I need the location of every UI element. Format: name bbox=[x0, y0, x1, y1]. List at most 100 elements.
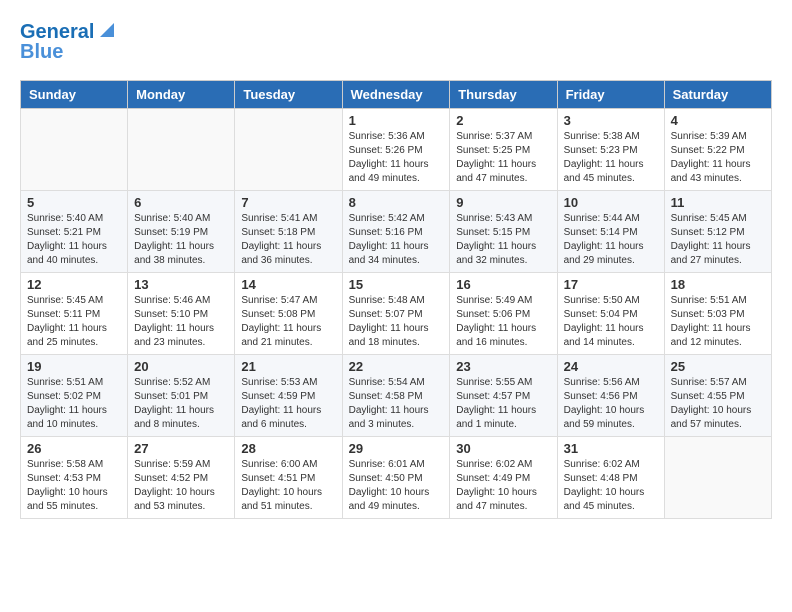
day-number: 28 bbox=[241, 441, 335, 456]
calendar-cell: 28 Sunrise: 6:00 AM Sunset: 4:51 PM Dayli… bbox=[235, 437, 342, 519]
day-number: 25 bbox=[671, 359, 765, 374]
calendar-cell: 10 Sunrise: 5:44 AM Sunset: 5:14 PM Dayli… bbox=[557, 191, 664, 273]
day-info: Sunrise: 5:51 AM Sunset: 5:02 PM Dayligh… bbox=[27, 376, 121, 432]
day-number: 4 bbox=[671, 113, 765, 128]
day-info: Sunrise: 5:47 AM Sunset: 5:08 PM Dayligh… bbox=[241, 294, 335, 350]
calendar-cell: 6 Sunrise: 5:40 AM Sunset: 5:19 PM Daylig… bbox=[128, 191, 235, 273]
day-number: 19 bbox=[27, 359, 121, 374]
calendar-cell: 4 Sunrise: 5:39 AM Sunset: 5:22 PM Daylig… bbox=[664, 109, 771, 191]
weekday-friday: Friday bbox=[557, 81, 664, 109]
calendar-cell bbox=[664, 437, 771, 519]
day-number: 1 bbox=[349, 113, 444, 128]
day-info: Sunrise: 5:44 AM Sunset: 5:14 PM Dayligh… bbox=[564, 212, 658, 268]
day-info: Sunrise: 5:52 AM Sunset: 5:01 PM Dayligh… bbox=[134, 376, 228, 432]
day-number: 10 bbox=[564, 195, 658, 210]
day-info: Sunrise: 5:54 AM Sunset: 4:58 PM Dayligh… bbox=[349, 376, 444, 432]
week-row-1: 1 Sunrise: 5:36 AM Sunset: 5:26 PM Daylig… bbox=[21, 109, 772, 191]
calendar-cell: 25Sunrise: 5:57 AM Sunset: 4:55 PM Dayli… bbox=[664, 355, 771, 437]
day-number: 26 bbox=[27, 441, 121, 456]
weekday-tuesday: Tuesday bbox=[235, 81, 342, 109]
calendar-cell: 20 Sunrise: 5:52 AM Sunset: 5:01 PM Dayli… bbox=[128, 355, 235, 437]
week-row-2: 5 Sunrise: 5:40 AM Sunset: 5:21 PM Daylig… bbox=[21, 191, 772, 273]
calendar-cell: 15 Sunrise: 5:48 AM Sunset: 5:07 PM Dayli… bbox=[342, 273, 450, 355]
calendar-cell bbox=[235, 109, 342, 191]
day-number: 27 bbox=[134, 441, 228, 456]
logo: General Blue bbox=[20, 20, 118, 64]
day-number: 29 bbox=[349, 441, 444, 456]
calendar-cell: 18 Sunrise: 5:51 AM Sunset: 5:03 PM Dayli… bbox=[664, 273, 771, 355]
week-row-5: 26 Sunrise: 5:58 AM Sunset: 4:53 PM Dayli… bbox=[21, 437, 772, 519]
calendar-cell: 21 Sunrise: 5:53 AM Sunset: 4:59 PM Dayli… bbox=[235, 355, 342, 437]
day-number: 7 bbox=[241, 195, 335, 210]
day-info: Sunrise: 5:56 AM Sunset: 4:56 PM Dayligh… bbox=[564, 376, 658, 432]
day-number: 9 bbox=[456, 195, 550, 210]
calendar-cell: 19 Sunrise: 5:51 AM Sunset: 5:02 PM Dayli… bbox=[21, 355, 128, 437]
day-info: Sunrise: 5:40 AM Sunset: 5:21 PM Dayligh… bbox=[27, 212, 121, 268]
day-number: 21 bbox=[241, 359, 335, 374]
day-number: 8 bbox=[349, 195, 444, 210]
day-number: 5 bbox=[27, 195, 121, 210]
calendar-cell: 17Sunrise: 5:50 AM Sunset: 5:04 PM Dayli… bbox=[557, 273, 664, 355]
logo-blue: Blue bbox=[20, 40, 63, 64]
day-number: 15 bbox=[349, 277, 444, 292]
calendar-cell: 27 Sunrise: 5:59 AM Sunset: 4:52 PM Dayli… bbox=[128, 437, 235, 519]
day-info: Sunrise: 5:39 AM Sunset: 5:22 PM Dayligh… bbox=[671, 130, 765, 186]
day-info: Sunrise: 5:38 AM Sunset: 5:23 PM Dayligh… bbox=[564, 130, 658, 186]
day-info: Sunrise: 6:02 AM Sunset: 4:49 PM Dayligh… bbox=[456, 458, 550, 514]
calendar-cell: 26 Sunrise: 5:58 AM Sunset: 4:53 PM Dayli… bbox=[21, 437, 128, 519]
day-info: Sunrise: 5:55 AM Sunset: 4:57 PM Dayligh… bbox=[456, 376, 550, 432]
logo-icon bbox=[96, 19, 118, 41]
day-number: 16 bbox=[456, 277, 550, 292]
day-info: Sunrise: 5:58 AM Sunset: 4:53 PM Dayligh… bbox=[27, 458, 121, 514]
day-number: 22 bbox=[349, 359, 444, 374]
calendar-cell: 16Sunrise: 5:49 AM Sunset: 5:06 PM Dayli… bbox=[450, 273, 557, 355]
calendar-cell: 31Sunrise: 6:02 AM Sunset: 4:48 PM Dayli… bbox=[557, 437, 664, 519]
day-info: Sunrise: 5:45 AM Sunset: 5:11 PM Dayligh… bbox=[27, 294, 121, 350]
day-info: Sunrise: 5:36 AM Sunset: 5:26 PM Dayligh… bbox=[349, 130, 444, 186]
day-info: Sunrise: 5:45 AM Sunset: 5:12 PM Dayligh… bbox=[671, 212, 765, 268]
calendar-cell: 29 Sunrise: 6:01 AM Sunset: 4:50 PM Dayli… bbox=[342, 437, 450, 519]
calendar-cell: 30 Sunrise: 6:02 AM Sunset: 4:49 PM Dayli… bbox=[450, 437, 557, 519]
day-info: Sunrise: 5:46 AM Sunset: 5:10 PM Dayligh… bbox=[134, 294, 228, 350]
day-number: 23 bbox=[456, 359, 550, 374]
calendar-cell: 14 Sunrise: 5:47 AM Sunset: 5:08 PM Dayli… bbox=[235, 273, 342, 355]
week-row-3: 12 Sunrise: 5:45 AM Sunset: 5:11 PM Dayli… bbox=[21, 273, 772, 355]
weekday-wednesday: Wednesday bbox=[342, 81, 450, 109]
day-number: 6 bbox=[134, 195, 228, 210]
weekday-sunday: Sunday bbox=[21, 81, 128, 109]
calendar-cell: 5 Sunrise: 5:40 AM Sunset: 5:21 PM Daylig… bbox=[21, 191, 128, 273]
day-number: 12 bbox=[27, 277, 121, 292]
calendar-cell bbox=[128, 109, 235, 191]
day-info: Sunrise: 6:01 AM Sunset: 4:50 PM Dayligh… bbox=[349, 458, 444, 514]
calendar-cell: 9 Sunrise: 5:43 AM Sunset: 5:15 PM Daylig… bbox=[450, 191, 557, 273]
day-number: 18 bbox=[671, 277, 765, 292]
day-number: 20 bbox=[134, 359, 228, 374]
day-info: Sunrise: 6:00 AM Sunset: 4:51 PM Dayligh… bbox=[241, 458, 335, 514]
day-info: Sunrise: 5:53 AM Sunset: 4:59 PM Dayligh… bbox=[241, 376, 335, 432]
calendar-cell: 24Sunrise: 5:56 AM Sunset: 4:56 PM Dayli… bbox=[557, 355, 664, 437]
calendar-cell: 7 Sunrise: 5:41 AM Sunset: 5:18 PM Daylig… bbox=[235, 191, 342, 273]
day-info: Sunrise: 5:37 AM Sunset: 5:25 PM Dayligh… bbox=[456, 130, 550, 186]
day-info: Sunrise: 5:40 AM Sunset: 5:19 PM Dayligh… bbox=[134, 212, 228, 268]
day-number: 31 bbox=[564, 441, 658, 456]
calendar-cell: 22 Sunrise: 5:54 AM Sunset: 4:58 PM Dayli… bbox=[342, 355, 450, 437]
day-info: Sunrise: 5:59 AM Sunset: 4:52 PM Dayligh… bbox=[134, 458, 228, 514]
day-info: Sunrise: 5:41 AM Sunset: 5:18 PM Dayligh… bbox=[241, 212, 335, 268]
day-number: 13 bbox=[134, 277, 228, 292]
calendar-cell: 3Sunrise: 5:38 AM Sunset: 5:23 PM Daylig… bbox=[557, 109, 664, 191]
calendar-cell bbox=[21, 109, 128, 191]
day-info: Sunrise: 5:43 AM Sunset: 5:15 PM Dayligh… bbox=[456, 212, 550, 268]
day-number: 14 bbox=[241, 277, 335, 292]
week-row-4: 19 Sunrise: 5:51 AM Sunset: 5:02 PM Dayli… bbox=[21, 355, 772, 437]
page-header: General Blue bbox=[20, 20, 772, 64]
calendar-cell: 12 Sunrise: 5:45 AM Sunset: 5:11 PM Dayli… bbox=[21, 273, 128, 355]
day-info: Sunrise: 5:48 AM Sunset: 5:07 PM Dayligh… bbox=[349, 294, 444, 350]
calendar-cell: 2Sunrise: 5:37 AM Sunset: 5:25 PM Daylig… bbox=[450, 109, 557, 191]
day-info: Sunrise: 5:51 AM Sunset: 5:03 PM Dayligh… bbox=[671, 294, 765, 350]
day-info: Sunrise: 5:42 AM Sunset: 5:16 PM Dayligh… bbox=[349, 212, 444, 268]
day-number: 11 bbox=[671, 195, 765, 210]
calendar-cell: 11 Sunrise: 5:45 AM Sunset: 5:12 PM Dayli… bbox=[664, 191, 771, 273]
weekday-saturday: Saturday bbox=[664, 81, 771, 109]
day-number: 30 bbox=[456, 441, 550, 456]
calendar-cell: 8 Sunrise: 5:42 AM Sunset: 5:16 PM Daylig… bbox=[342, 191, 450, 273]
